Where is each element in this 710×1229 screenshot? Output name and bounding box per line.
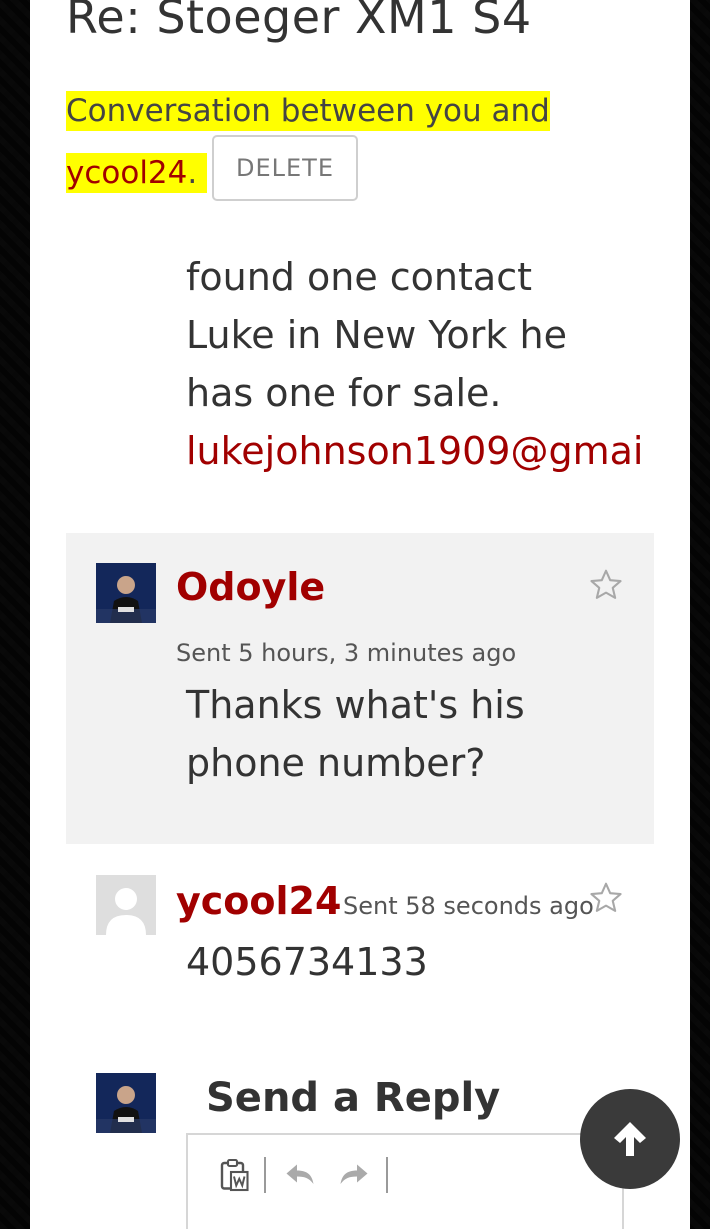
reply-heading: Send a Reply xyxy=(206,1075,501,1121)
toolbar-separator xyxy=(264,1157,266,1193)
reply-editor[interactable] xyxy=(186,1133,624,1229)
avatar[interactable] xyxy=(96,563,156,623)
message-body: Thanks what's his phone number? xyxy=(186,676,525,792)
message-item: ycool24 Sent 58 seconds ago 4056734133 xyxy=(66,845,654,995)
paste-from-word-icon[interactable] xyxy=(216,1157,252,1193)
undo-icon[interactable] xyxy=(282,1157,318,1193)
conversation-suffix: . xyxy=(187,155,198,191)
conversation-user-link[interactable]: ycool24 xyxy=(66,155,187,191)
star-icon[interactable] xyxy=(588,880,624,916)
email-link[interactable]: lukejohnson1909@gmai xyxy=(186,422,643,480)
message-username[interactable]: ycool24 xyxy=(176,879,341,923)
arrow-up-icon xyxy=(614,1122,646,1156)
message-timestamp: Sent 5 hours, 3 minutes ago xyxy=(176,639,517,667)
page-title: Re: Stoeger XM1 S4 xyxy=(66,0,532,44)
reply-avatar[interactable] xyxy=(96,1073,156,1133)
message-line: Thanks what's his xyxy=(186,683,525,727)
message-username[interactable]: Odoyle xyxy=(176,565,325,609)
toolbar-separator xyxy=(386,1157,388,1193)
conversation-prefix: Conversation between you and xyxy=(66,91,550,131)
message-line: has one for sale. xyxy=(186,371,502,415)
message-line: found one contact xyxy=(186,255,532,299)
avatar[interactable] xyxy=(96,875,156,935)
message-line: phone number? xyxy=(186,741,486,785)
message-timestamp: Sent 58 seconds ago xyxy=(343,892,594,920)
avatar-photo-icon xyxy=(96,563,156,623)
message-body-partial: found one contact Luke in New York he ha… xyxy=(186,248,643,480)
message-body: 4056734133 xyxy=(186,940,428,984)
message-line: Luke in New York he xyxy=(186,313,567,357)
star-icon[interactable] xyxy=(588,567,624,603)
delete-button[interactable]: DELETE xyxy=(212,135,358,201)
message-item: Odoyle Sent 5 hours, 3 minutes ago Thank… xyxy=(66,533,654,844)
default-avatar-icon xyxy=(96,875,156,935)
scroll-to-top-button[interactable] xyxy=(580,1089,680,1189)
avatar-photo-icon xyxy=(96,1073,156,1133)
redo-icon[interactable] xyxy=(336,1157,372,1193)
private-message-panel: Re: Stoeger XM1 S4 Conversation between … xyxy=(30,0,690,1229)
